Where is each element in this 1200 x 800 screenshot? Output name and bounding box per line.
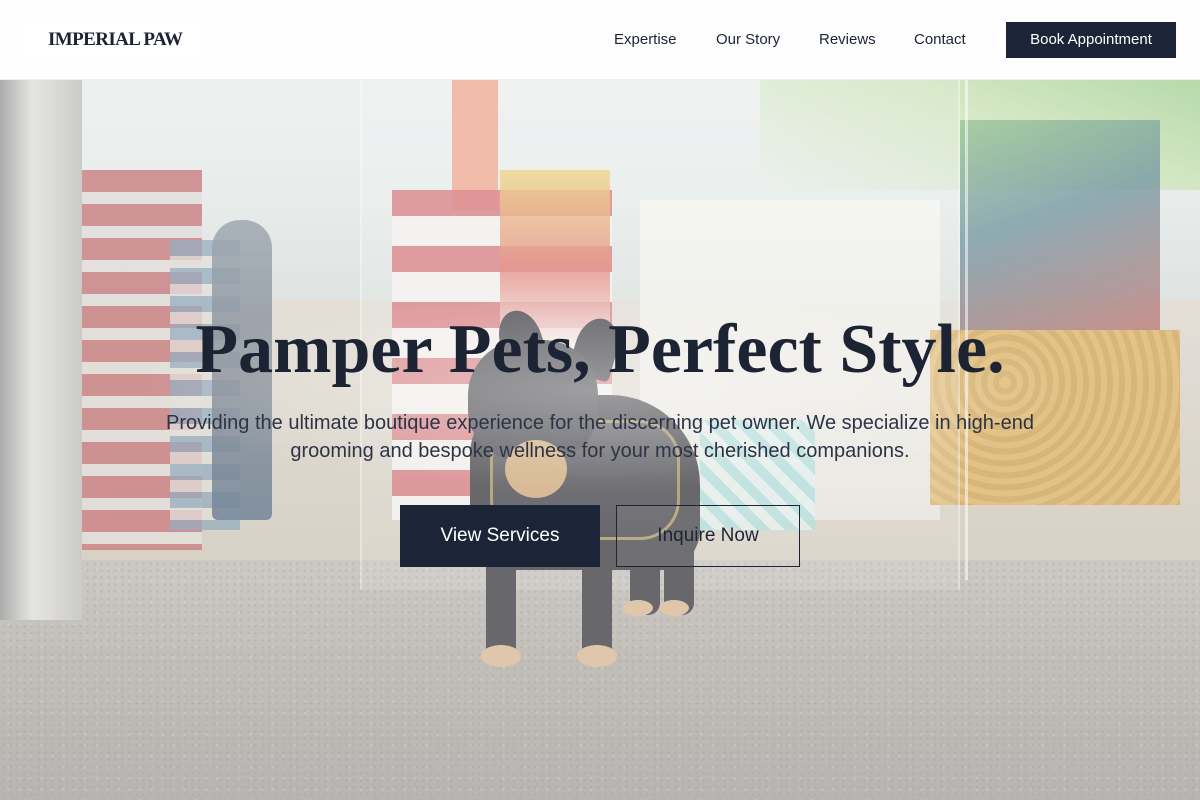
brand-logo[interactable]: IMPERIAL PAW: [24, 21, 204, 59]
site-header: IMPERIAL PAW Expertise Our Story Reviews…: [0, 0, 1200, 80]
nav-link-reviews[interactable]: Reviews: [819, 0, 876, 80]
nav-link-our-story[interactable]: Our Story: [716, 0, 780, 80]
inquire-now-button[interactable]: Inquire Now: [616, 505, 800, 567]
book-appointment-button[interactable]: Book Appointment: [1006, 22, 1176, 58]
nav-link-expertise[interactable]: Expertise: [614, 0, 677, 80]
hero-headline: Pamper Pets, Perfect Style.: [195, 311, 1005, 388]
hero-subtext: Providing the ultimate boutique experien…: [166, 412, 1034, 462]
hero-background: [0, 0, 1200, 800]
view-services-button[interactable]: View Services: [400, 505, 600, 567]
nav-link-contact[interactable]: Contact: [914, 0, 966, 80]
